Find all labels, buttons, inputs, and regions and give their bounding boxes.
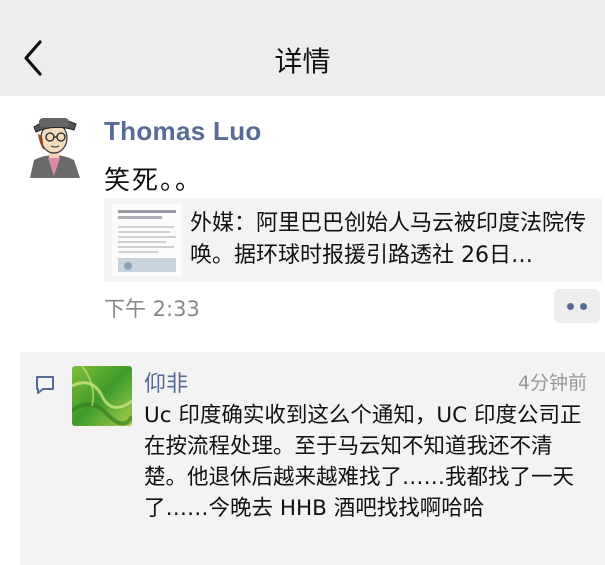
comment-time: 4分钟前 — [517, 372, 587, 394]
post-text: 笑死。。 — [104, 166, 204, 196]
comment-text: Uc 印度确实收到这么个通知，UC 印度公司正在按流程处理。至于马云知不知道我还… — [144, 403, 582, 521]
post-time: 下午 2:33 — [104, 297, 200, 321]
link-thumbnail — [112, 204, 182, 276]
commenter-avatar[interactable] — [72, 366, 132, 426]
shared-link-card[interactable]: 外媒：阿里巴巴创始人马云被印度法院传唤。据环球时报援引路透社 26日… — [104, 198, 602, 282]
link-title: 外媒：阿里巴巴创始人马云被印度法院传唤。据环球时报援引路透社 26日… — [190, 211, 587, 268]
comments-section: 仰非 4分钟前 Uc 印度确实收到这么个通知，UC 印度公司正在按流程处理。至于… — [20, 352, 605, 565]
author-name[interactable]: Thomas Luo — [104, 116, 262, 147]
more-dots-icon[interactable] — [554, 289, 600, 323]
page-title: 详情 — [274, 45, 331, 78]
navigation-bar: 详情 — [0, 0, 605, 96]
author-avatar[interactable] — [20, 110, 88, 178]
commenter-name[interactable]: 仰非 — [144, 366, 188, 398]
comment-bubble-icon — [36, 376, 54, 394]
